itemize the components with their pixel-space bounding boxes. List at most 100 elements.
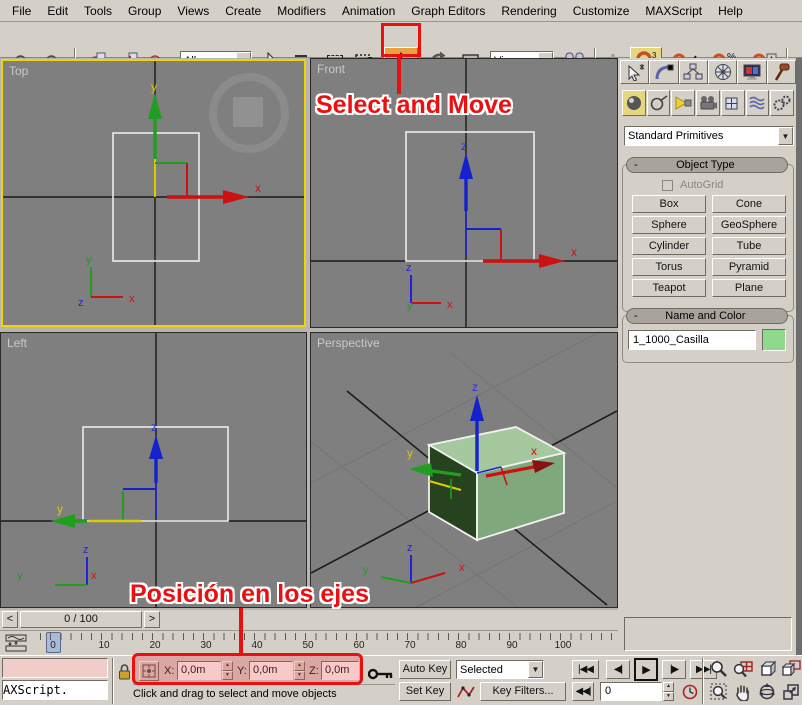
menu-customize[interactable]: Customize xyxy=(565,2,638,20)
menu-group[interactable]: Group xyxy=(120,2,169,20)
object-type-cone-button[interactable]: Cone xyxy=(712,195,786,213)
category-geometry[interactable] xyxy=(622,90,646,116)
previous-frame-button[interactable]: ◀| xyxy=(606,660,630,679)
tick-50: 50 xyxy=(297,640,319,651)
helpers-icon xyxy=(724,95,742,111)
maximize-viewport-toggle[interactable] xyxy=(780,682,802,702)
object-type-geosphere-button[interactable]: GeoSphere xyxy=(712,216,786,234)
menu-modifiers[interactable]: Modifiers xyxy=(269,2,334,20)
3dsmax-window: File Edit Tools Group Views Create Modif… xyxy=(0,0,802,705)
position-axes-annotation: Posición en los ejes xyxy=(130,580,369,609)
default-in-out-tangents-button[interactable] xyxy=(456,682,476,701)
key-mode-toggle[interactable]: ◀◀| xyxy=(572,682,594,701)
key-selection-dropdown[interactable]: Selected ▼ xyxy=(456,660,544,679)
primitives-category-value: Standard Primitives xyxy=(625,130,778,142)
category-helpers[interactable] xyxy=(721,90,745,116)
tab-create[interactable] xyxy=(620,60,649,84)
mini-curve-editor-button[interactable] xyxy=(4,633,30,653)
maxscript-macro-pane[interactable] xyxy=(2,658,108,678)
tab-utilities[interactable] xyxy=(767,60,796,84)
zoom-all-button[interactable] xyxy=(732,659,754,679)
window-right-edge xyxy=(796,58,802,705)
time-prev-button[interactable]: < xyxy=(2,611,18,628)
zoom-button[interactable] xyxy=(708,659,730,679)
tab-motion[interactable] xyxy=(708,60,737,84)
menu-graph-editors[interactable]: Graph Editors xyxy=(403,2,493,20)
object-type-pyramid-button[interactable]: Pyramid xyxy=(712,258,786,276)
menu-rendering[interactable]: Rendering xyxy=(493,2,564,20)
zoom-extents-button[interactable] xyxy=(756,659,778,679)
dropdown-arrow-icon[interactable]: ▼ xyxy=(778,127,793,145)
command-panel-tabs xyxy=(620,60,796,84)
zoom-extents-all-button[interactable] xyxy=(780,659,802,679)
gizmo-x-label: x xyxy=(255,181,261,195)
time-next-button[interactable]: > xyxy=(144,611,160,628)
tab-modify[interactable] xyxy=(649,60,678,84)
auto-key-button[interactable]: Auto Key xyxy=(399,660,451,679)
dropdown-arrow-icon[interactable]: ▼ xyxy=(528,661,543,678)
tick-70: 70 xyxy=(399,640,421,651)
motion-icon xyxy=(713,63,733,81)
selection-lock-toggle[interactable] xyxy=(117,661,132,681)
select-move-pointer-line xyxy=(397,57,401,94)
object-type-rollout-header[interactable]: - Object Type xyxy=(626,157,788,173)
menu-maxscript[interactable]: MAXScript xyxy=(637,2,710,20)
category-shapes[interactable] xyxy=(647,90,671,116)
play-button[interactable]: ▶ xyxy=(634,658,658,681)
object-name-field[interactable]: 1_1000_Casilla xyxy=(628,330,756,350)
time-configuration-button[interactable] xyxy=(680,682,700,701)
autogrid-checkbox[interactable] xyxy=(662,180,673,191)
menu-file[interactable]: File xyxy=(4,2,39,20)
tripod-y-label: y xyxy=(17,570,23,582)
viewport-perspective[interactable]: Perspective z xyxy=(310,332,618,608)
next-frame-button[interactable]: |▶ xyxy=(662,660,686,679)
time-slider-button[interactable]: 0 / 100 xyxy=(20,611,142,628)
arc-rotate-button[interactable] xyxy=(756,682,778,702)
gizmo-x-label: x xyxy=(571,245,577,259)
zoom-region-button[interactable] xyxy=(708,682,730,702)
current-frame-field[interactable]: 0 xyxy=(600,682,662,701)
menu-help[interactable]: Help xyxy=(710,2,751,20)
object-type-plane-button[interactable]: Plane xyxy=(712,279,786,297)
viewport-top[interactable]: Top y x y z x xyxy=(1,59,306,327)
tab-display[interactable] xyxy=(737,60,766,84)
menu-create[interactable]: Create xyxy=(217,2,269,20)
spinner-up-icon[interactable]: ▲ xyxy=(663,682,674,692)
object-type-teapot-button[interactable]: Teapot xyxy=(632,279,706,297)
object-type-sphere-button[interactable]: Sphere xyxy=(632,216,706,234)
object-type-torus-button[interactable]: Torus xyxy=(632,258,706,276)
go-to-start-button[interactable]: |◀◀ xyxy=(572,660,599,679)
key-filters-button[interactable]: Key Filters... xyxy=(480,682,566,701)
category-lights[interactable] xyxy=(671,90,695,116)
menu-tools[interactable]: Tools xyxy=(76,2,120,20)
object-type-tube-button[interactable]: Tube xyxy=(712,237,786,255)
track-bar[interactable]: 0 10 20 30 40 50 60 70 80 90 100 xyxy=(0,630,618,655)
viewport-left[interactable]: Left y z z y x xyxy=(0,332,307,608)
primitives-category-dropdown[interactable]: Standard Primitives ▼ xyxy=(624,126,794,146)
maxscript-listener-pane[interactable]: AXScript. xyxy=(2,680,108,700)
zoom-all-icon xyxy=(733,660,753,678)
set-key-button[interactable]: Set Key xyxy=(399,682,451,701)
category-systems[interactable] xyxy=(770,90,794,116)
object-type-cylinder-button[interactable]: Cylinder xyxy=(632,237,706,255)
menu-animation[interactable]: Animation xyxy=(334,2,403,20)
name-color-rollout-header[interactable]: - Name and Color xyxy=(626,308,788,324)
tripod-y-label: y xyxy=(86,254,92,266)
spinner-down-icon[interactable]: ▼ xyxy=(663,692,674,702)
category-cameras[interactable] xyxy=(696,90,720,116)
frame-spinner[interactable]: ▲▼ xyxy=(663,682,674,701)
select-move-highlight-box xyxy=(381,23,421,57)
pan-button[interactable] xyxy=(732,682,754,702)
object-type-box-button[interactable]: Box xyxy=(632,195,706,213)
menu-views[interactable]: Views xyxy=(169,2,217,20)
category-spacewarps[interactable] xyxy=(746,90,770,116)
tab-hierarchy[interactable] xyxy=(679,60,708,84)
autogrid-label: AutoGrid xyxy=(680,179,723,191)
menu-edit[interactable]: Edit xyxy=(39,2,76,20)
tripod-x-label: x xyxy=(459,562,465,574)
command-panel: Standard Primitives ▼ - Object Type Auto… xyxy=(618,58,802,655)
status-area: AXScript. X: 0,0m ▲▼ Y: 0,0m ▲▼ Z: 0,0m xyxy=(0,655,802,705)
set-keys-button[interactable] xyxy=(368,666,394,682)
tripod-z-label: z xyxy=(78,297,84,309)
object-color-swatch[interactable] xyxy=(762,329,786,351)
